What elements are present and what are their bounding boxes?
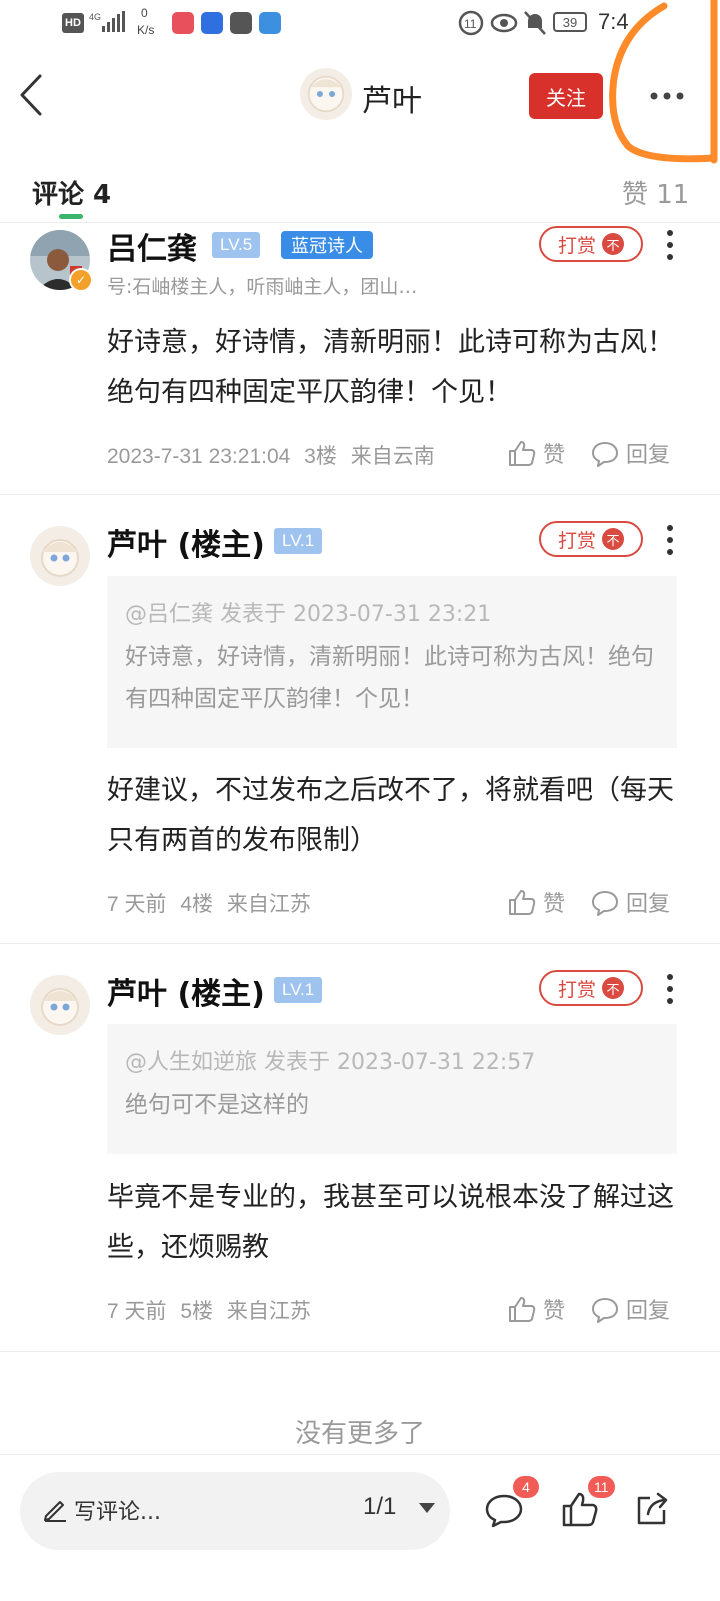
pencil-icon [44, 1501, 66, 1522]
kebab-menu-icon[interactable] [660, 523, 680, 557]
coin-icon: 不 [602, 233, 624, 255]
signal-icon: 4G [89, 11, 125, 32]
thumbs-up-icon [509, 1297, 536, 1322]
comment-count-badge: 4 [513, 1476, 539, 1498]
kebab-menu-icon[interactable] [660, 228, 680, 262]
divider [0, 222, 720, 223]
tip-label: 打赏 [557, 978, 596, 1001]
comment-meta: 2023-7-31 23:21:04 3楼 来自云南 [107, 440, 435, 470]
follow-button[interactable]: 关注 [529, 73, 603, 119]
avatar[interactable] [30, 526, 90, 586]
reply-button[interactable]: 回复 [590, 886, 670, 918]
like-count-badge: 11 [588, 1476, 615, 1498]
comment-location: 来自云南 [350, 445, 435, 468]
svg-text:11: 11 [464, 17, 477, 31]
net-speed-value: 0 [141, 6, 148, 20]
mail-app-icon [230, 12, 252, 34]
net-speed-unit: K/s [137, 23, 155, 37]
like-label: 赞 [543, 1299, 566, 1324]
author-subtitle: 号:石岫楼主人，听雨岫主人，团山… [107, 276, 418, 298]
kebab-menu-icon[interactable] [660, 972, 680, 1006]
level-badge: LV.5 [212, 232, 261, 258]
orange-annotation-mark [609, 0, 718, 164]
bulb-app-icon [201, 12, 223, 34]
coin-icon: 不 [602, 528, 624, 550]
level-badge: LV.1 [274, 528, 323, 554]
comment-body: 好建议，不过发布之后改不了，将就看吧（每天只有两首的发布限制） [107, 775, 674, 856]
tip-label: 打赏 [557, 529, 596, 552]
tip-label: 打赏 [557, 234, 596, 257]
quoted-comment[interactable]: @吕仁龚 发表于 2023-07-31 23:21 好诗意，好诗情，清新明丽！此… [107, 576, 677, 748]
tab-comments[interactable]: 评论 4 [32, 174, 111, 211]
comment-author-name[interactable]: 吕仁龚 [107, 224, 197, 268]
comment-time: 7 天前 [107, 893, 167, 916]
comment-time: 7 天前 [107, 1300, 167, 1323]
comment-location: 来自江苏 [226, 1300, 311, 1323]
comment-location: 来自江苏 [226, 893, 311, 916]
reply-bubble-icon [592, 442, 618, 467]
tab-active-indicator [59, 214, 83, 219]
back-arrow-icon[interactable] [14, 70, 54, 120]
reply-bubble-icon [592, 1298, 618, 1323]
app-notification-icon [172, 12, 194, 34]
comment-floor: 5楼 [180, 1300, 214, 1323]
like-button[interactable]: 赞 [507, 886, 565, 918]
data-saver-icon: 11 [458, 10, 484, 36]
quoted-comment[interactable]: @人生如逆旅 发表于 2023-07-31 22:57 绝句可不是这样的 [107, 1024, 677, 1154]
like-button[interactable]: 赞 [507, 437, 565, 469]
comment-author-name[interactable]: 芦叶 (楼主) [107, 969, 265, 1013]
comment-author-name[interactable]: 芦叶 (楼主) [107, 520, 265, 564]
comment-icon[interactable] [484, 1492, 524, 1528]
comment-body: 毕竟不是专业的，我甚至可以说根本没了解过这些，还烦赐教 [107, 1182, 674, 1263]
battery-indicator: 39 [553, 12, 587, 32]
coin-icon: 不 [602, 977, 624, 999]
mute-bell-icon [524, 11, 546, 35]
page-indicator[interactable]: 1/1 [363, 1493, 396, 1521]
divider [0, 943, 720, 944]
comment-meta: 7 天前 5楼 来自江苏 [107, 1295, 311, 1325]
like-label: 赞 [543, 892, 566, 917]
avatar[interactable] [30, 975, 90, 1035]
like-button[interactable]: 赞 [507, 1293, 565, 1325]
tip-button[interactable]: 打赏 不 [539, 226, 643, 262]
comment-body: 好诗意，好诗情，清新明丽！此诗可称为古风！绝句有四种固定平仄韵律！个见！ [107, 327, 674, 408]
write-comment-placeholder[interactable]: 写评论... [74, 1494, 161, 1526]
quote-header: @人生如逆旅 发表于 2023-07-31 22:57 [125, 1050, 536, 1075]
thumbs-up-icon [509, 890, 536, 915]
author-avatar[interactable] [300, 68, 352, 120]
verified-icon: ✓ [69, 268, 93, 292]
end-of-list-text: 没有更多了 [294, 1419, 425, 1449]
divider [0, 1351, 720, 1352]
title-badge: 蓝冠诗人 [281, 231, 373, 259]
reply-label: 回复 [626, 892, 671, 917]
comment-meta: 7 天前 4楼 来自江苏 [107, 888, 311, 918]
quote-body: 绝句可不是这样的 [125, 1092, 309, 1118]
quote-header: @吕仁龚 发表于 2023-07-31 23:21 [125, 602, 492, 627]
page-title: 芦叶 [362, 84, 422, 119]
level-badge: LV.1 [274, 977, 323, 1003]
comment-floor: 4楼 [180, 893, 214, 916]
comment-floor: 3楼 [304, 445, 337, 468]
comment-time: 2023-7-31 23:21:04 [107, 445, 291, 468]
tab-likes[interactable]: 赞 11 [622, 174, 689, 211]
divider [0, 494, 720, 495]
hd-indicator: HD [62, 13, 84, 33]
reply-bubble-icon [592, 891, 618, 916]
tip-button[interactable]: 打赏 不 [539, 521, 643, 557]
reply-label: 回复 [626, 1299, 671, 1324]
eye-icon [490, 13, 518, 33]
reply-button[interactable]: 回复 [590, 1293, 670, 1325]
svg-text:4G: 4G [89, 12, 101, 22]
like-label: 赞 [543, 443, 566, 468]
share-icon[interactable] [634, 1490, 672, 1528]
quote-body: 好诗意，好诗情，清新明丽！此诗可称为古风！绝句有四种固定平仄韵律！个见！ [125, 644, 654, 712]
tip-button[interactable]: 打赏 不 [539, 970, 643, 1006]
reply-label: 回复 [626, 443, 671, 468]
graduation-app-icon [259, 12, 281, 34]
thumbs-up-icon [509, 441, 536, 466]
reply-button[interactable]: 回复 [590, 437, 670, 469]
dropdown-arrow-icon[interactable] [418, 1502, 436, 1514]
